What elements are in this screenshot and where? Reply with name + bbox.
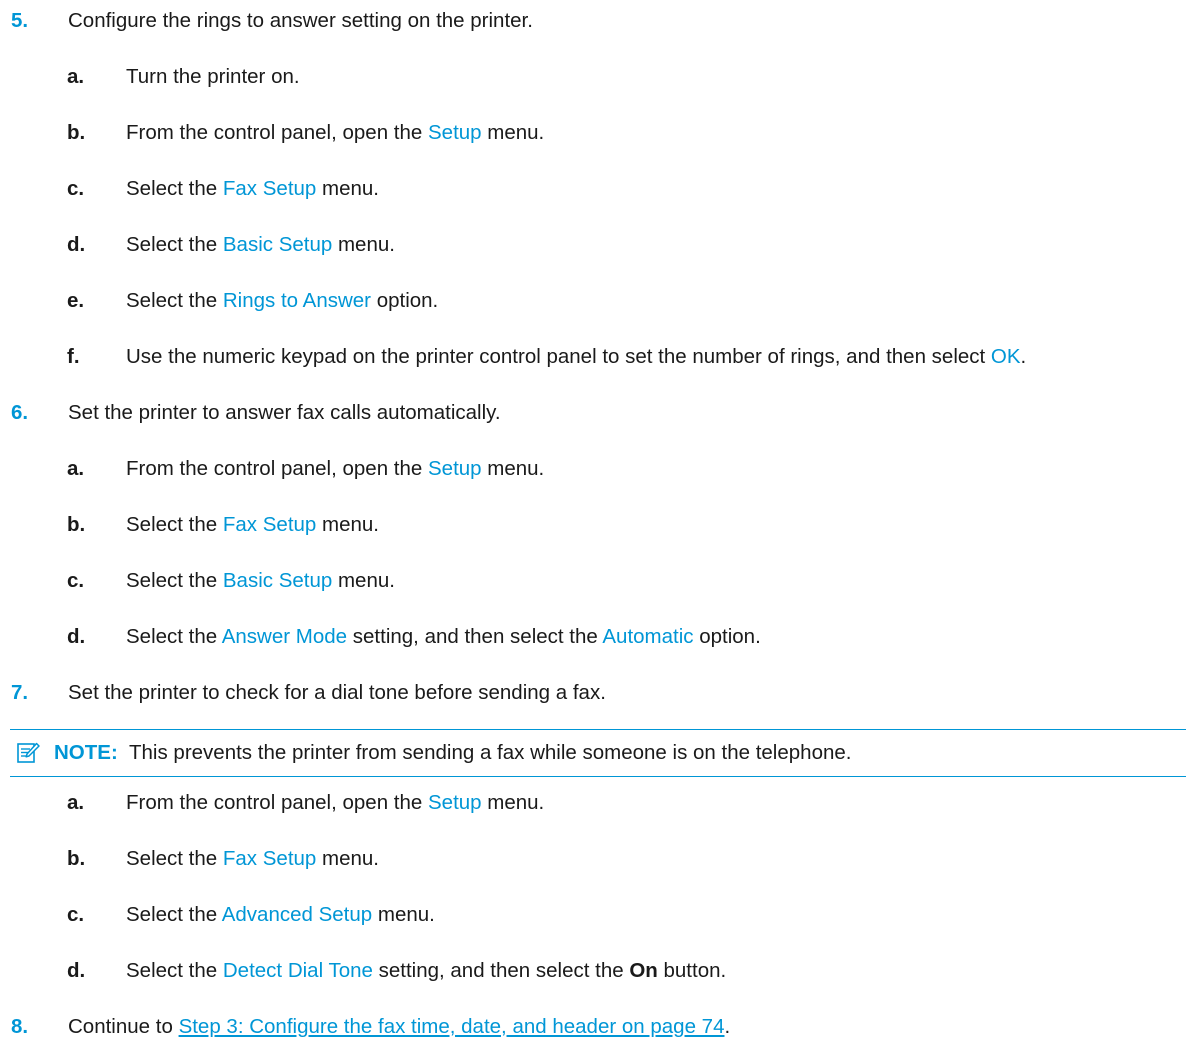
substep-letter: c. bbox=[67, 569, 85, 592]
substep-text: Select the Rings to Answer option. bbox=[126, 289, 439, 312]
substep-text: Select the Advanced Setup menu. bbox=[126, 903, 435, 926]
substep-text: Select the Detect Dial Tone setting, and… bbox=[126, 959, 727, 982]
substep-text: From the control panel, open the Setup m… bbox=[126, 121, 545, 144]
setting-name: Answer Mode bbox=[221, 625, 348, 648]
substep-letter: f. bbox=[67, 345, 80, 368]
step-number: 7. bbox=[11, 681, 29, 704]
button-name: On bbox=[629, 959, 658, 982]
step-text: Configure the rings to answer setting on… bbox=[68, 9, 533, 32]
menu-name: Basic Setup bbox=[222, 569, 333, 592]
substep-text: Select the Fax Setup menu. bbox=[126, 847, 379, 870]
substep-text: Turn the printer on. bbox=[126, 65, 300, 88]
substep-text: Select the Basic Setup menu. bbox=[126, 569, 395, 592]
note-label: NOTE: bbox=[54, 741, 118, 764]
step-text: Continue to Step 3: Configure the fax ti… bbox=[68, 1015, 731, 1038]
substep-text: Use the numeric keypad on the printer co… bbox=[126, 345, 1027, 368]
menu-name: Fax Setup bbox=[222, 847, 317, 870]
menu-name: Fax Setup bbox=[222, 177, 317, 200]
substep-text: From the control panel, open the Setup m… bbox=[126, 791, 545, 814]
setting-name: Detect Dial Tone bbox=[222, 959, 373, 982]
substep-text: Select the Fax Setup menu. bbox=[126, 513, 379, 536]
substep-text: Select the Fax Setup menu. bbox=[126, 177, 379, 200]
substep-letter: b. bbox=[67, 121, 86, 144]
option-name: Rings to Answer bbox=[222, 289, 371, 312]
substep-letter: d. bbox=[67, 959, 86, 982]
substep-letter: b. bbox=[67, 847, 86, 870]
menu-name: Fax Setup bbox=[222, 513, 317, 536]
substep-letter: a. bbox=[67, 457, 85, 480]
substep-text: From the control panel, open the Setup m… bbox=[126, 457, 545, 480]
note-icon bbox=[16, 740, 40, 764]
substep-letter: c. bbox=[67, 903, 85, 926]
substep-letter: d. bbox=[67, 233, 86, 256]
step-number: 8. bbox=[11, 1015, 29, 1038]
note-text: This prevents the printer from sending a… bbox=[129, 741, 852, 764]
menu-name: Setup bbox=[428, 457, 482, 480]
step-text: Set the printer to check for a dial tone… bbox=[68, 681, 606, 704]
substep-letter: a. bbox=[67, 65, 85, 88]
note-box: NOTE: This prevents the printer from sen… bbox=[10, 729, 1186, 777]
substep-letter: e. bbox=[67, 289, 85, 312]
button-name: OK bbox=[990, 345, 1021, 368]
substep-letter: b. bbox=[67, 513, 86, 536]
substep-letter: a. bbox=[67, 791, 85, 814]
substep-letter: c. bbox=[67, 177, 85, 200]
substep-text: Select the Answer Mode setting, and then… bbox=[126, 625, 761, 648]
step-number: 5. bbox=[11, 9, 29, 32]
menu-name: Setup bbox=[428, 121, 482, 144]
option-name: Automatic bbox=[602, 625, 694, 648]
menu-name: Advanced Setup bbox=[221, 903, 373, 926]
step-number: 6. bbox=[11, 401, 29, 424]
substep-letter: d. bbox=[67, 625, 86, 648]
menu-name: Setup bbox=[428, 791, 482, 814]
menu-name: Basic Setup bbox=[222, 233, 333, 256]
cross-reference-link[interactable]: Step 3: Configure the fax time, date, an… bbox=[179, 1015, 725, 1038]
substep-text: Select the Basic Setup menu. bbox=[126, 233, 395, 256]
step-text: Set the printer to answer fax calls auto… bbox=[68, 401, 501, 424]
